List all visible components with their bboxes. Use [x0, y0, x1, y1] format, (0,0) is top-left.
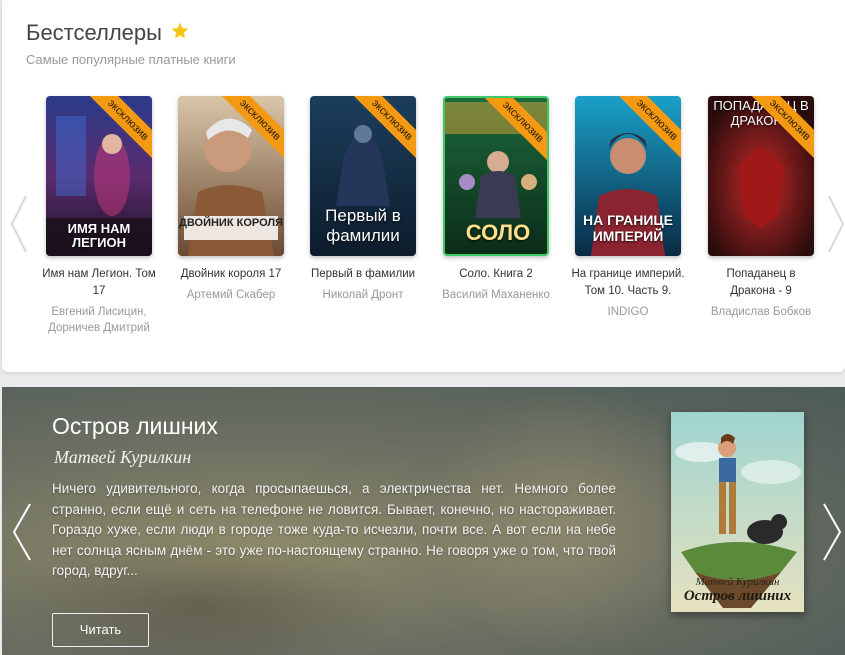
section-title: Бестселлеры	[26, 20, 162, 45]
book-cover[interactable]: ИМЯ НАМ ЛЕГИОН эксклюзив	[46, 96, 152, 256]
featured-author[interactable]: Матвей Курилкин	[54, 447, 191, 468]
book-author[interactable]: INDIGO	[566, 304, 690, 320]
book-card[interactable]: НА ГРАНИЦЕ ИМПЕРИЙ эксклюзив На границе …	[566, 96, 690, 320]
book-cover[interactable]: СОЛО эксклюзив	[443, 96, 549, 256]
featured-cover[interactable]: Матвей Курилкин Остров лишних	[671, 412, 804, 612]
chevron-left-icon[interactable]	[8, 192, 30, 256]
chevron-left-icon[interactable]	[10, 502, 34, 562]
book-card[interactable]: СОЛО эксклюзив Соло. Книга 2 Василий Мах…	[434, 96, 558, 303]
book-cover[interactable]: ПОПАДАНЕЦ В ДРАКОНА эксклюзив	[708, 96, 814, 256]
book-author[interactable]: Артемий Скабер	[169, 287, 293, 303]
chevron-right-icon[interactable]	[820, 502, 844, 562]
featured-description: Ничего удивительного, когда просыпаешься…	[52, 481, 616, 578]
book-card[interactable]: Первый в фамилии эксклюзив Первый в фами…	[301, 96, 425, 303]
cover-title-text: НА ГРАНИЦЕ ИМПЕРИЙ	[582, 212, 673, 244]
book-card[interactable]: ДВОЙНИК КОРОЛЯ эксклюзив Двойник короля …	[169, 96, 293, 303]
cover-title-text: Остров лишних	[683, 588, 792, 604]
read-button[interactable]: Читать	[52, 613, 149, 647]
featured-book-banner: Остров лишних Матвей Курилкин Ничего уди…	[2, 387, 845, 655]
book-title[interactable]: Имя нам Легион. Том 17	[37, 266, 161, 300]
book-title[interactable]: Соло. Книга 2	[434, 266, 558, 283]
book-title[interactable]: Первый в фамилии	[301, 266, 425, 283]
book-title[interactable]: Двойник короля 17	[169, 266, 293, 283]
book-card[interactable]: ПОПАДАНЕЦ В ДРАКОНА эксклюзив Попаданец …	[699, 96, 823, 320]
bestsellers-section: Бестселлеры Самые популярные платные кни…	[2, 0, 845, 372]
star-icon	[171, 22, 189, 39]
book-author[interactable]: Владислав Бобков	[699, 304, 823, 320]
featured-title[interactable]: Остров лишних	[52, 413, 218, 440]
book-title[interactable]: Попаданец в Дракона - 9	[699, 266, 823, 300]
book-author[interactable]: Николай Дронт	[301, 287, 425, 303]
book-cover[interactable]: ДВОЙНИК КОРОЛЯ эксклюзив	[178, 96, 284, 256]
section-subtitle: Самые популярные платные книги	[26, 52, 236, 67]
cover-title-text: ДВОЙНИК КОРОЛЯ	[179, 217, 283, 229]
cover-title-text: Первый в фамилии	[325, 206, 401, 245]
book-author[interactable]: Евгений Лисицин, Дорничев Дмитрий	[37, 304, 161, 336]
book-card[interactable]: ИМЯ НАМ ЛЕГИОН эксклюзив Имя нам Легион.…	[37, 96, 161, 336]
cover-author-text: Матвей Курилкин	[695, 576, 780, 588]
book-cover[interactable]: НА ГРАНИЦЕ ИМПЕРИЙ эксклюзив	[575, 96, 681, 256]
cover-title-text: СОЛО	[465, 220, 531, 245]
book-cover[interactable]: Первый в фамилии эксклюзив	[310, 96, 416, 256]
cover-title-text: ИМЯ НАМ ЛЕГИОН	[67, 221, 131, 250]
book-author[interactable]: Василий Маханенко	[434, 287, 558, 303]
chevron-right-icon[interactable]	[825, 192, 845, 256]
book-title[interactable]: На границе империй. Том 10. Часть 9.	[566, 266, 690, 300]
